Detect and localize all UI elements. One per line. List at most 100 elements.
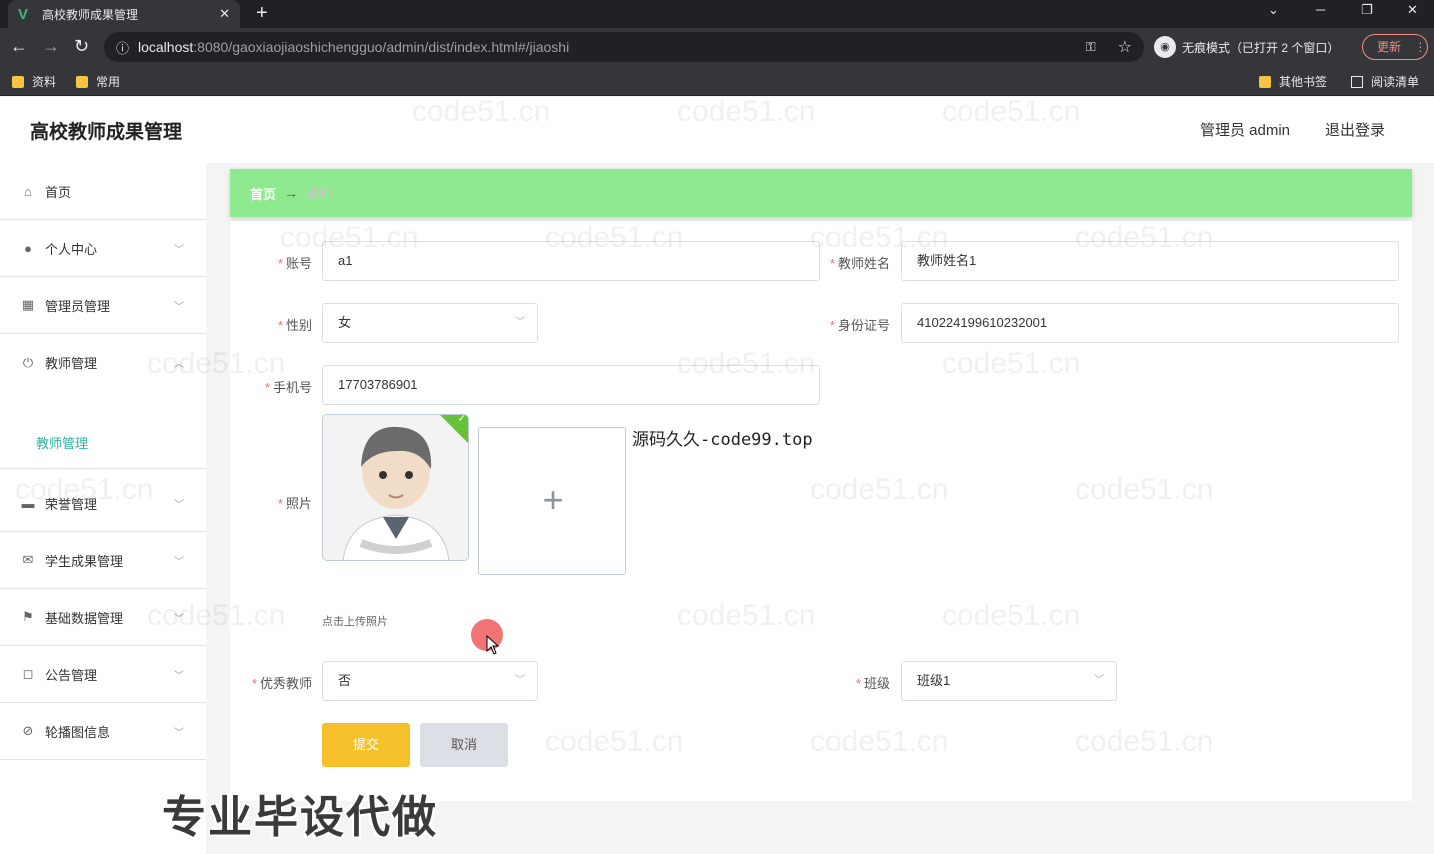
new-tab-button[interactable]: + xyxy=(256,2,268,24)
idcard-label: * 身份证号 xyxy=(829,318,890,333)
tab-search-icon[interactable]: ⌄ xyxy=(1268,2,1279,18)
check-icon: ✓ xyxy=(457,414,466,425)
teacher-name-label: * 教师姓名 xyxy=(829,256,890,271)
gender-select[interactable]: 女 ﹀ xyxy=(322,303,538,343)
browser-tab[interactable]: V 高校教师成果管理 ✕ xyxy=(8,0,240,28)
class-label: * 班级 xyxy=(855,676,890,691)
bookmark-label: 常用 xyxy=(96,75,121,89)
phone-label: * 手机号 xyxy=(264,380,312,395)
address-bar[interactable]: ⓘ localhost :8080/gaoxiaojiaoshichengguo… xyxy=(104,32,1144,62)
site-info-icon[interactable]: ⓘ xyxy=(116,38,138,57)
account-input[interactable]: a1 xyxy=(322,241,820,281)
reload-icon[interactable]: ↻ xyxy=(74,36,89,56)
reading-list[interactable]: 阅读清单 xyxy=(1351,73,1419,90)
chevron-down-icon: ﹀ xyxy=(174,670,184,682)
class-select[interactable]: 班级1 ﹀ xyxy=(901,661,1117,701)
sidebar-item-honors[interactable]: ▬ 荣誉管理 ﹀ xyxy=(0,475,206,532)
chevron-down-icon: ﹀ xyxy=(515,675,525,686)
incognito-indicator[interactable]: ◉ 无痕模式（已打开 2 个窗口） xyxy=(1154,34,1339,60)
tab-close-icon[interactable]: ✕ xyxy=(219,6,230,22)
window-close-icon[interactable]: ✕ xyxy=(1407,2,1418,18)
sidebar-item-base-data[interactable]: ⚑ 基础数据管理 ﹀ xyxy=(0,589,206,646)
uploaded-photo[interactable]: ✓ xyxy=(322,414,469,561)
chat-icon: ▬ xyxy=(21,495,35,511)
breadcrumb-separator: → xyxy=(284,185,299,201)
update-button[interactable]: 更新 ⋮ xyxy=(1362,34,1428,60)
sidebar-item-label: 教师管理 xyxy=(45,356,98,371)
excellent-teacher-value: 否 xyxy=(338,673,352,688)
site-watermark-text: 源码久久-code99.top xyxy=(632,430,813,450)
logout-link[interactable]: 退出登录 xyxy=(1325,119,1385,140)
chevron-down-icon: ﹀ xyxy=(515,317,525,328)
incognito-label: 无痕模式（已打开 2 个窗口） xyxy=(1182,40,1340,55)
frame-icon: ◻ xyxy=(22,666,34,681)
sidebar-item-label: 基础数据管理 xyxy=(45,610,124,626)
sidebar-item-label: 学生成果管理 xyxy=(45,553,124,569)
folder-icon xyxy=(12,75,24,88)
user-icon: ● xyxy=(24,240,32,256)
teacher-name-input[interactable]: 教师姓名1 xyxy=(901,241,1399,281)
sidebar-item-profile[interactable]: ● 个人中心 ﹀ xyxy=(0,220,206,277)
phone-input[interactable]: 17703786901 xyxy=(322,365,820,405)
chevron-down-icon: ﹀ xyxy=(174,727,184,739)
photo-uploader[interactable]: + xyxy=(478,427,626,575)
folder-icon xyxy=(1259,75,1271,88)
browser-toolbar: ← → ↻ ⓘ localhost :8080/gaoxiaojiaoshich… xyxy=(0,28,1434,66)
bookmark-folder[interactable]: 资料 xyxy=(12,73,56,90)
app-title: 高校教师成果管理 xyxy=(30,122,183,143)
promo-caption: 专业毕设代做 xyxy=(162,793,438,842)
other-bookmarks[interactable]: 其他书签 xyxy=(1259,73,1327,90)
sidebar-item-student-results[interactable]: ✉ 学生成果管理 ﹀ xyxy=(0,532,206,589)
chevron-down-icon: ﹀ xyxy=(174,556,184,568)
chevron-down-icon: ﹀ xyxy=(174,244,184,256)
back-icon[interactable]: ← xyxy=(10,36,28,56)
sidebar-item-home[interactable]: ⌂ 首页 xyxy=(0,163,206,220)
chevron-down-icon: ﹀ xyxy=(174,301,184,313)
sidebar-item-notices[interactable]: ◻ 公告管理 ﹀ xyxy=(0,646,206,703)
forward-icon[interactable]: → xyxy=(42,36,60,56)
flag-icon: ⚑ xyxy=(22,609,34,624)
bookmark-label: 资料 xyxy=(32,75,57,89)
home-icon: ⌂ xyxy=(24,183,32,199)
account-label: * 账号 xyxy=(277,256,312,271)
key-icon[interactable]: ⚿ xyxy=(1086,39,1096,55)
breadcrumb-current: 教师 xyxy=(306,186,333,202)
excellent-teacher-select[interactable]: 否 ﹀ xyxy=(322,661,538,701)
sidebar-item-admins[interactable]: ▦ 管理员管理 ﹀ xyxy=(0,277,206,334)
sidebar-submenu: 教师管理 xyxy=(0,417,206,469)
excellent-teacher-label: * 优秀教师 xyxy=(251,676,312,691)
gender-label: * 性别 xyxy=(277,318,312,333)
idcard-input[interactable]: 410224199610232001 xyxy=(901,303,1399,343)
sidebar-item-carousel[interactable]: ⊘ 轮播图信息 ﹀ xyxy=(0,703,206,760)
vue-logo-icon: V xyxy=(18,5,29,23)
other-bookmarks-label: 其他书签 xyxy=(1279,75,1328,89)
power-icon: ⏻ xyxy=(22,354,34,370)
admin-label: 管理员 admin xyxy=(1200,122,1291,139)
minimize-icon[interactable]: ─ xyxy=(1316,2,1325,17)
folder-icon xyxy=(76,75,88,88)
sidebar-item-teachers[interactable]: ⏻ 教师管理 ︿ xyxy=(0,334,206,391)
plus-icon: + xyxy=(542,479,564,520)
breadcrumb-home[interactable]: 首页 xyxy=(250,184,276,203)
incognito-icon: ◉ xyxy=(1154,36,1176,58)
update-label: 更新 xyxy=(1377,40,1402,54)
chevron-down-icon: ﹀ xyxy=(1094,675,1104,686)
sidebar-item-label: 公告管理 xyxy=(45,667,98,683)
chevron-up-icon: ︿ xyxy=(174,359,184,370)
submenu-item-teacher-management[interactable]: 教师管理 xyxy=(36,433,88,452)
tab-title: 高校教师成果管理 xyxy=(42,7,139,22)
restore-icon[interactable]: ❐ xyxy=(1361,2,1373,18)
bookmarks-bar: 资料 常用 其他书签 阅读清单 xyxy=(0,66,1434,96)
url-path: :8080/gaoxiaojiaoshichengguo/admin/dist/… xyxy=(193,39,570,55)
url-host: localhost xyxy=(138,39,194,55)
browser-tab-strip: V 高校教师成果管理 ✕ + ⌄ ─ ❐ ✕ xyxy=(0,0,1434,28)
photo-label: * 照片 xyxy=(277,496,312,511)
bookmark-star-icon[interactable]: ☆ xyxy=(1118,37,1132,57)
avatar-image xyxy=(323,415,468,560)
bookmark-folder[interactable]: 常用 xyxy=(76,73,120,90)
grid-icon: ▦ xyxy=(21,297,35,312)
cancel-button[interactable]: 取消 xyxy=(420,723,508,767)
bell-off-icon: ⊘ xyxy=(22,723,34,738)
submit-button[interactable]: 提交 xyxy=(322,723,410,767)
sidebar: ⌂ 首页 ● 个人中心 ﹀ ▦ 管理员管理 ﹀ ⏻ 教师管理 ︿ 教师管理 ▬ … xyxy=(0,163,206,854)
